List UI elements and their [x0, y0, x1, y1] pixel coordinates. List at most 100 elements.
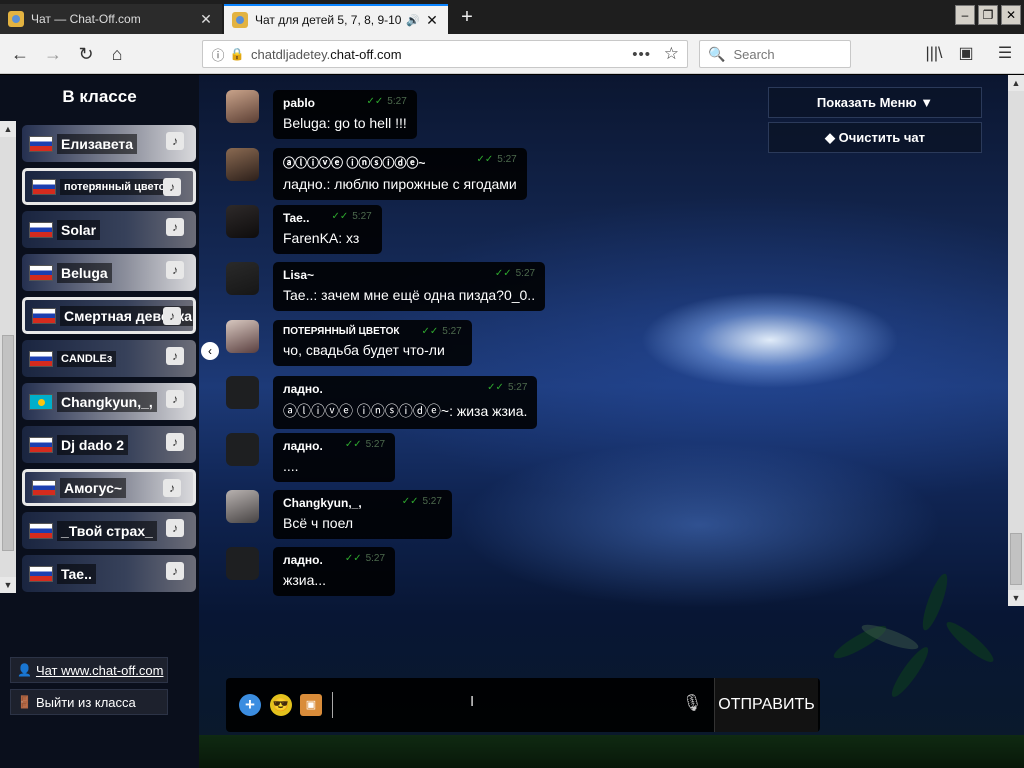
message-author[interactable]: pablo	[283, 96, 315, 110]
message-bubble: ладно. ✓✓ 5:27 жзиа...	[273, 547, 396, 596]
library-icon[interactable]: |||\	[922, 42, 946, 66]
message-author[interactable]: ⓐⓛⓘⓥⓔ ⓘⓝⓢⓘⓓⓔ~	[283, 154, 425, 171]
music-note-icon[interactable]: ♪	[163, 178, 181, 196]
sidebar-title: В классе	[62, 87, 137, 106]
user-item[interactable]: потерянный цветок ♪	[22, 168, 196, 205]
microphone-icon[interactable]: 🎙	[682, 693, 702, 715]
page-actions-icon[interactable]: •••	[632, 46, 651, 63]
message-time: ✓✓ 5:27	[367, 96, 407, 110]
sidebar-scrollbar[interactable]: ▲ ▼	[0, 121, 16, 593]
close-tab-icon[interactable]: ✕	[424, 12, 440, 29]
message-author[interactable]: Lisa~	[283, 268, 314, 282]
chat-site-link[interactable]: 👤 Чат www.chat-off.com	[10, 657, 168, 683]
avatar[interactable]	[226, 320, 259, 353]
chat-message: ладно. ✓✓ 5:27 жзиа...	[226, 547, 396, 596]
avatar[interactable]	[226, 90, 259, 123]
user-item[interactable]: _Твой страх_ ♪	[22, 512, 196, 549]
scroll-up-icon[interactable]: ▲	[0, 121, 16, 137]
show-menu-button[interactable]: Показать Меню ▼	[768, 87, 982, 118]
close-tab-icon[interactable]: ✕	[198, 11, 214, 28]
message-author[interactable]: Tae..	[283, 211, 309, 225]
message-author[interactable]: ПОТЕРЯННЫЙ ЦВЕТОК	[283, 326, 400, 337]
tab-chat-off[interactable]: Чат — Chat-Off.com ✕	[0, 4, 222, 34]
user-item[interactable]: Елизавета ♪	[22, 125, 196, 162]
scroll-up-icon[interactable]: ▲	[1008, 75, 1024, 91]
user-item[interactable]: Solar ♪	[22, 211, 196, 248]
avatar[interactable]	[226, 490, 259, 523]
scroll-down-icon[interactable]: ▼	[0, 577, 16, 593]
music-note-icon[interactable]: ♪	[166, 519, 184, 537]
flag-ru-icon	[32, 479, 56, 496]
speaker-icon[interactable]: 🔊	[406, 14, 420, 27]
music-note-icon[interactable]: ♪	[163, 479, 181, 497]
user-item[interactable]: Амогус~ ♪	[22, 469, 196, 506]
sidebar-toggle-icon[interactable]: ▣	[954, 42, 978, 66]
avatar[interactable]	[226, 547, 259, 580]
leave-class-button[interactable]: 🚪 Выйти из класса	[10, 689, 168, 715]
user-name: Changkyun,_,	[57, 391, 157, 412]
avatar[interactable]	[226, 262, 259, 295]
url-host: chat-off.com	[330, 46, 402, 62]
close-window-button[interactable]: ✕	[1001, 5, 1021, 25]
music-note-icon[interactable]: ♪	[166, 562, 184, 580]
scroll-thumb[interactable]	[1010, 533, 1022, 585]
chat-page: В классе ▲ ▼ Елизавета ♪ потерянный цвет…	[0, 75, 1024, 768]
scroll-thumb[interactable]	[2, 335, 14, 551]
scroll-down-icon[interactable]: ▼	[1008, 590, 1024, 606]
music-note-icon[interactable]: ♪	[166, 390, 184, 408]
user-item[interactable]: Dj dado 2 ♪	[22, 426, 196, 463]
chat-message: Tae.. ✓✓ 5:27 FarenKA: хз	[226, 205, 382, 254]
user-item[interactable]: Beluga ♪	[22, 254, 196, 291]
user-item[interactable]: Changkyun,_, ♪	[22, 383, 196, 420]
add-attachment-icon[interactable]: +	[239, 694, 261, 716]
chat-scrollbar[interactable]: ▲ ▼	[1008, 75, 1024, 606]
read-check-icon: ✓✓	[487, 382, 504, 393]
avatar[interactable]	[226, 376, 259, 409]
message-time-value: 5:27	[365, 553, 386, 564]
avatar[interactable]	[226, 148, 259, 181]
address-bar[interactable]: ⓘ 🔒 chatdljadetey. chat-off.com ••• ☆	[202, 40, 688, 68]
hamburger-menu-icon[interactable]: ☰	[993, 42, 1017, 66]
read-check-icon: ✓✓	[401, 496, 419, 507]
message-author[interactable]: ладно.	[283, 382, 323, 396]
avatar[interactable]	[226, 433, 259, 466]
clear-chat-button[interactable]: ◆ Очистить чат	[768, 122, 982, 153]
home-button[interactable]: ⌂	[104, 41, 130, 67]
avatar[interactable]	[226, 205, 259, 238]
user-name: Елизавета	[57, 133, 138, 154]
message-author[interactable]: Changkyun,_,	[283, 496, 362, 510]
music-note-icon[interactable]: ♪	[166, 132, 184, 150]
user-item[interactable]: Tae.. ♪	[22, 555, 196, 592]
flag-ru-icon	[29, 565, 53, 582]
message-bubble: pablo ✓✓ 5:27 Beluga: go to hell !!!	[273, 90, 417, 139]
music-note-icon[interactable]: ♪	[166, 261, 184, 279]
send-button[interactable]: ОТПРАВИТЬ	[714, 678, 818, 732]
message-input[interactable]	[332, 692, 672, 718]
collapse-sidebar-button[interactable]: ‹	[201, 342, 219, 360]
music-note-icon[interactable]: ♪	[166, 218, 184, 236]
read-check-icon: ✓✓	[331, 211, 349, 222]
info-icon[interactable]: ⓘ	[207, 45, 229, 64]
message-author[interactable]: ладно.	[283, 553, 323, 567]
bookmark-star-icon[interactable]: ☆	[664, 44, 679, 64]
music-note-icon[interactable]: ♪	[163, 307, 181, 325]
tab-chat-kids[interactable]: Чат для детей 5, 7, 8, 9-10, 🔊 ✕	[224, 4, 448, 34]
music-note-icon[interactable]: ♪	[166, 433, 184, 451]
message-time: ✓✓ 5:27	[402, 496, 442, 510]
back-button[interactable]: ←	[7, 41, 33, 67]
message-bubble: Lisa~ ✓✓ 5:27 Tae..: зачем мне ещё одна пи…	[273, 262, 546, 311]
reload-button[interactable]: ↻	[73, 41, 99, 67]
restore-button[interactable]: ❐	[978, 5, 998, 25]
search-input[interactable]: 🔍 Search	[699, 40, 851, 68]
minimize-button[interactable]: –	[955, 5, 975, 25]
new-tab-button[interactable]: +	[455, 5, 479, 29]
insecure-lock-icon[interactable]: 🔒	[229, 47, 245, 61]
image-icon[interactable]: ▣	[300, 694, 322, 716]
message-author[interactable]: ладно.	[283, 439, 323, 453]
forward-button[interactable]: →	[40, 41, 66, 67]
user-item[interactable]: Смертная девочка ♪	[22, 297, 196, 334]
user-item[interactable]: CANDLEз ♪	[22, 340, 196, 377]
music-note-icon[interactable]: ♪	[166, 347, 184, 365]
emoji-icon[interactable]: 😎	[270, 694, 292, 716]
message-text: Tae..: зачем мне ещё одна пизда?0_0..	[283, 287, 536, 303]
